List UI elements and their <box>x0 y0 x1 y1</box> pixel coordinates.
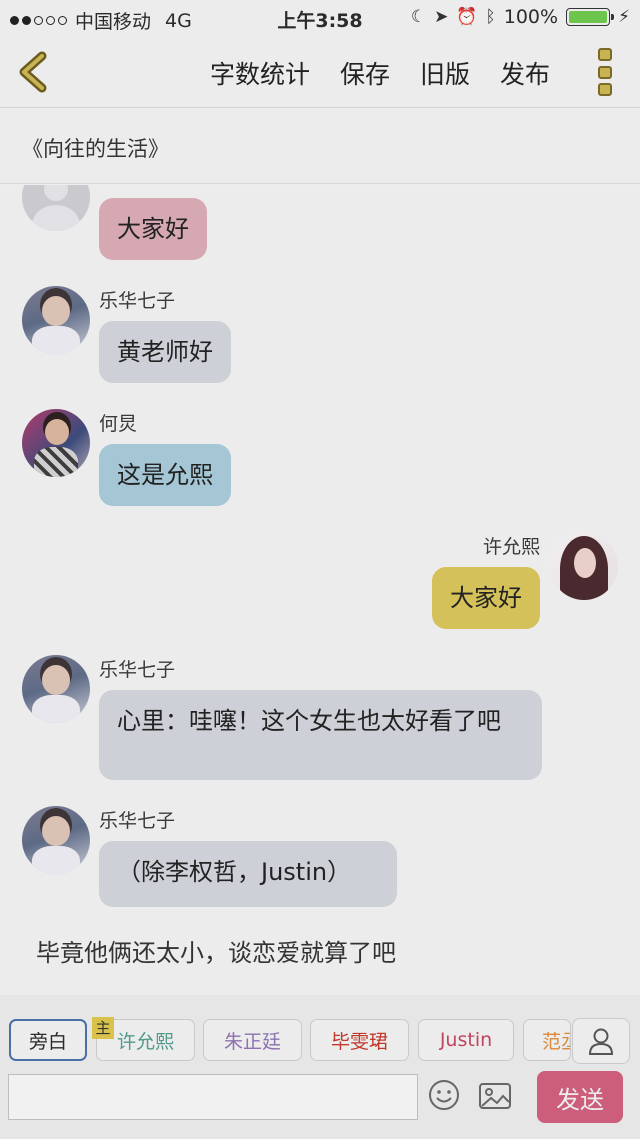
publish-button[interactable]: 发布 <box>500 55 550 91</box>
sender-name: 许允熙 <box>482 536 540 558</box>
charging-icon: ⚡ <box>618 7 630 27</box>
chevron-left-icon <box>19 51 47 93</box>
narration-text[interactable]: 毕竟他俩还太小，谈恋爱就算了吧 <box>36 933 396 968</box>
battery-icon <box>566 8 615 26</box>
manage-roles-button[interactable] <box>572 1018 630 1064</box>
avatar[interactable] <box>22 286 90 354</box>
status-bar: 中国移动 4G 上午3:58 ☾ ➤ ⏰ ᛒ 100% ⚡ <box>0 0 640 36</box>
message-input[interactable] <box>8 1074 418 1120</box>
person-icon <box>588 1028 614 1055</box>
top-nav: 字数统计 保存 旧版 发布 <box>0 36 640 108</box>
battery-percent: 100% <box>503 6 559 28</box>
emoji-button[interactable] <box>428 1079 460 1111</box>
old-version-button[interactable]: 旧版 <box>420 55 470 91</box>
alarm-icon: ⏰ <box>456 7 478 27</box>
more-menu-button[interactable] <box>598 48 616 96</box>
message-bubble[interactable]: 黄老师好 <box>99 321 231 383</box>
image-button[interactable] <box>478 1081 512 1111</box>
word-count-button[interactable]: 字数统计 <box>210 55 310 91</box>
sender-name: 乐华七子 <box>99 659 176 681</box>
more-dot-icon <box>598 83 612 96</box>
sender-name: 何炅 <box>99 413 138 435</box>
location-arrow-icon: ➤ <box>434 7 449 27</box>
role-chip[interactable]: Justin <box>418 1019 514 1061</box>
save-button[interactable]: 保存 <box>340 55 390 91</box>
avatar[interactable] <box>22 806 90 874</box>
chat-area[interactable]: 大家好 乐华七子 黄老师好 何炅 这是允熙 许允熙 大家好 乐华七子 心里：哇噻… <box>0 185 640 995</box>
story-title[interactable]: 《向往的生活》 <box>0 109 640 184</box>
message-bubble[interactable]: （除李权哲，Justin） <box>99 841 397 907</box>
avatar[interactable] <box>550 532 618 600</box>
role-selector: 旁白 许允熙 主 朱正廷 毕雯珺 Justin 范丞丞 <box>0 995 640 1071</box>
more-dot-icon <box>598 65 612 79</box>
message-bubble[interactable]: 大家好 <box>99 198 207 260</box>
send-button[interactable]: 发送 <box>537 1071 623 1123</box>
role-narrator[interactable]: 旁白 <box>9 1019 87 1061</box>
sender-name: 乐华七子 <box>99 810 176 832</box>
avatar[interactable] <box>22 655 90 723</box>
role-chip[interactable]: 朱正廷 <box>203 1019 302 1061</box>
avatar[interactable] <box>22 409 90 477</box>
moon-icon: ☾ <box>410 7 427 27</box>
host-badge: 主 <box>92 1017 114 1039</box>
message-bubble[interactable]: 大家好 <box>432 567 540 629</box>
back-button[interactable] <box>14 50 54 94</box>
avatar[interactable] <box>22 185 90 231</box>
image-icon <box>479 1083 511 1109</box>
more-dot-icon <box>598 48 612 61</box>
sender-name: 乐华七子 <box>99 290 176 312</box>
bluetooth-icon: ᛒ <box>485 7 496 27</box>
composer: 发送 <box>0 1071 640 1139</box>
role-chip[interactable]: 毕雯珺 <box>310 1019 409 1061</box>
role-chip[interactable]: 范丞丞 <box>523 1019 571 1061</box>
message-bubble[interactable]: 这是允熙 <box>99 444 231 506</box>
smiley-icon <box>429 1080 459 1110</box>
message-bubble[interactable]: 心里：哇噻！这个女生也太好看了吧 <box>99 690 542 780</box>
